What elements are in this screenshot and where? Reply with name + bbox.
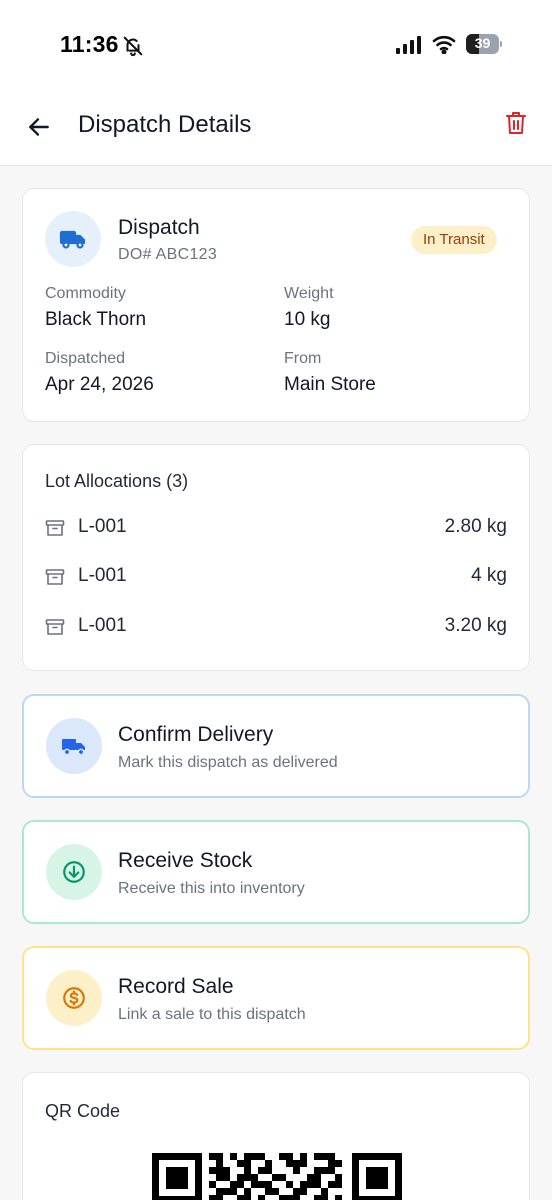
download-circle-icon <box>46 844 102 900</box>
commodity-label: Commodity <box>45 285 126 302</box>
trash-icon <box>506 112 526 134</box>
order-number: DO# ABC123 <box>118 246 218 263</box>
confirm-delivery-subtitle: Mark this dispatch as delivered <box>118 754 338 771</box>
from-value: Main Store <box>284 374 376 395</box>
lot-quantity: 3.20 kg <box>444 615 507 636</box>
dispatch-title: Dispatch <box>118 216 200 239</box>
weight-label: Weight <box>284 285 334 302</box>
list-item: L-001 4 kg <box>45 564 507 590</box>
status-badge: In Transit <box>411 226 497 254</box>
dispatch-summary-card: Dispatch DO# ABC123 In Transit Commodity… <box>22 188 530 422</box>
archive-box-icon <box>45 619 65 635</box>
lot-name: L-001 <box>78 615 127 636</box>
page-title: Dispatch Details <box>78 111 252 138</box>
archive-box-icon <box>45 569 65 585</box>
receive-stock-button[interactable]: Receive Stock Receive this into inventor… <box>22 820 530 924</box>
lot-allocations-card: Lot Allocations (3) L-001 2.80 kg L-001 … <box>22 444 530 671</box>
qr-code-title: QR Code <box>45 1101 121 1121</box>
delete-button[interactable] <box>500 107 532 139</box>
qr-code-image <box>152 1153 402 1200</box>
dispatched-label: Dispatched <box>45 350 126 367</box>
back-button[interactable] <box>22 110 56 144</box>
battery-icon: 39 <box>466 34 502 54</box>
lot-quantity: 2.80 kg <box>444 516 507 537</box>
list-item: L-001 2.80 kg <box>45 515 507 541</box>
bell-slash-icon <box>122 35 144 62</box>
receive-stock-subtitle: Receive this into inventory <box>118 880 305 897</box>
truck-icon <box>45 211 101 267</box>
list-item: L-001 3.20 kg <box>45 614 507 640</box>
weight-value: 10 kg <box>284 309 331 330</box>
from-label: From <box>284 350 322 367</box>
lot-allocations-title: Lot Allocations (3) <box>45 471 189 491</box>
lot-name: L-001 <box>78 565 127 586</box>
status-bar: 11:36 39 <box>0 0 552 90</box>
record-sale-title: Record Sale <box>118 975 234 998</box>
dollar-circle-icon <box>46 970 102 1026</box>
lot-quantity: 4 kg <box>471 565 507 586</box>
app-header: Dispatch Details <box>0 90 552 166</box>
arrow-left-icon <box>29 118 49 136</box>
receive-stock-title: Receive Stock <box>118 849 253 872</box>
lot-name: L-001 <box>78 516 127 537</box>
record-sale-subtitle: Link a sale to this dispatch <box>118 1006 306 1023</box>
signal-icon <box>396 36 422 59</box>
status-time: 11:36 <box>60 31 119 57</box>
battery-level: 39 <box>474 35 491 51</box>
confirm-delivery-title: Confirm Delivery <box>118 723 274 746</box>
qr-code-card: QR Code <box>22 1072 530 1200</box>
confirm-delivery-button[interactable]: Confirm Delivery Mark this dispatch as d… <box>22 694 530 798</box>
commodity-value: Black Thorn <box>45 309 147 330</box>
wifi-icon <box>432 34 456 59</box>
record-sale-button[interactable]: Record Sale Link a sale to this dispatch <box>22 946 530 1050</box>
truck-icon <box>46 718 102 774</box>
dispatched-value: Apr 24, 2026 <box>45 374 154 395</box>
archive-box-icon <box>45 520 65 536</box>
